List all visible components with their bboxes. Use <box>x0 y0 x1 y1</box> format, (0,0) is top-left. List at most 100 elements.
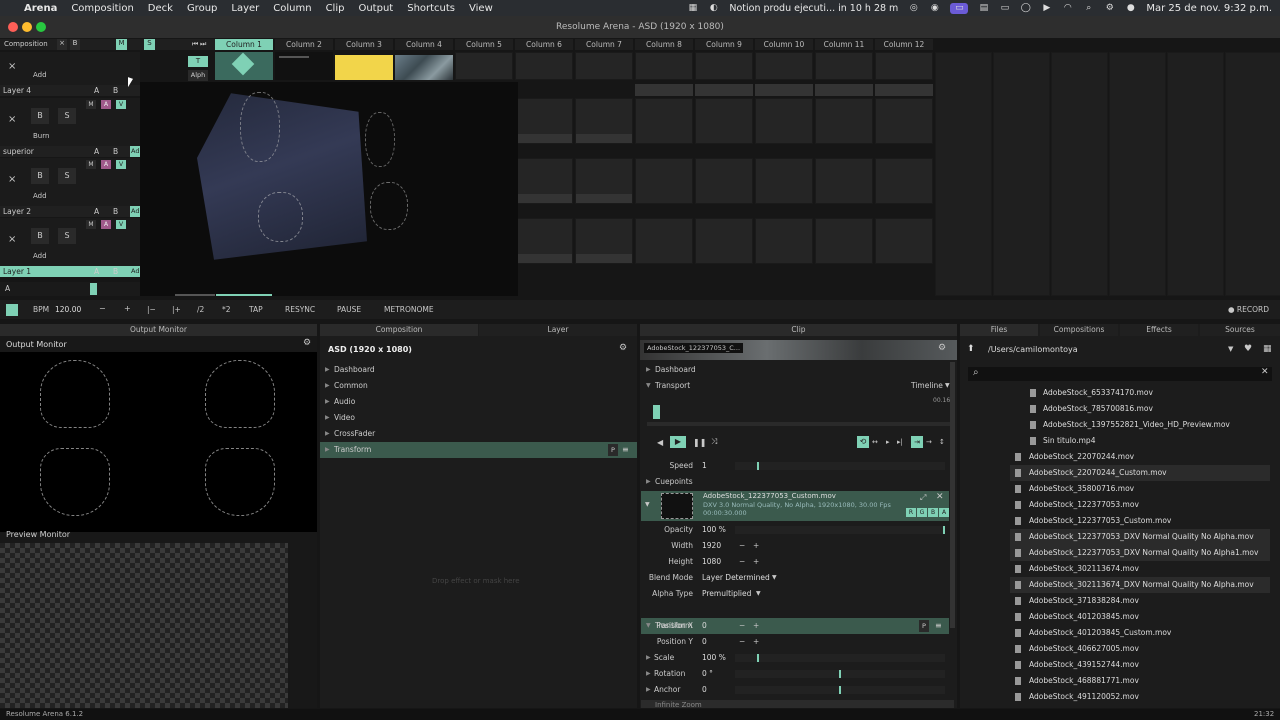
layer-clear-button[interactable]: × <box>8 234 16 245</box>
layer-clear-button[interactable]: × <box>8 114 16 125</box>
user-icon[interactable]: ◯ <box>1020 3 1031 14</box>
clip-prop-value[interactable]: 1920 <box>702 538 721 554</box>
section-audio[interactable]: ▶ Audio <box>320 394 637 410</box>
clip-slot[interactable] <box>695 158 753 204</box>
siri-icon[interactable]: ● <box>1125 3 1136 14</box>
crossfader-handle[interactable] <box>90 283 97 295</box>
layer-bypass-button[interactable]: B <box>31 168 49 184</box>
browser-search-input[interactable] <box>988 368 1248 380</box>
layer-master-toggle[interactable]: M <box>86 160 96 169</box>
clip-thumb-col3[interactable] <box>335 55 393 80</box>
layer-ad-tag[interactable]: Ad <box>130 206 141 217</box>
clip-transform-value[interactable]: 0 <box>702 682 707 698</box>
menu-output[interactable]: Output <box>358 3 393 14</box>
remove-source-icon[interactable]: ✕ <box>936 492 944 502</box>
file-item[interactable]: AdobeStock_371838284.mov <box>1010 593 1270 609</box>
column-header-8[interactable]: Column 8 <box>635 39 693 50</box>
comp-master-button[interactable]: M <box>116 39 127 50</box>
tab-effects[interactable]: Effects <box>1120 324 1198 336</box>
layer-blend-mode[interactable]: Add <box>33 252 47 260</box>
layer-b-button[interactable]: B <box>113 146 118 157</box>
file-item[interactable]: AdobeStock_653374170.mov <box>1010 385 1270 401</box>
clip-slot[interactable] <box>755 218 813 264</box>
bpm-double-button[interactable]: *2 <box>222 305 231 314</box>
trigger-icon[interactable]: → <box>926 438 932 446</box>
notion-notification[interactable]: Notion produ ejecuti... in 10 h 28 m <box>729 3 898 14</box>
direction-icon[interactable]: ↕ <box>939 438 945 446</box>
channel-b-toggle[interactable]: B <box>928 508 938 517</box>
clip-transform-slider[interactable] <box>735 670 945 678</box>
menu-layer[interactable]: Layer <box>231 3 259 14</box>
comp-bypass-button[interactable]: B <box>70 39 80 50</box>
expand-icon[interactable]: ▶ <box>646 650 651 666</box>
tab-clip[interactable]: Clip <box>640 324 957 336</box>
prev-column-icon[interactable]: ⏮ <box>192 40 198 49</box>
tab-sources[interactable]: Sources <box>1200 324 1280 336</box>
clip-slot[interactable] <box>635 158 693 204</box>
random-icon[interactable]: ⤨ <box>711 437 717 447</box>
pause-button[interactable]: PAUSE <box>337 305 361 314</box>
dropdown-icon[interactable]: ▼ <box>772 570 777 586</box>
airplay-icon[interactable]: ◎ <box>908 3 919 14</box>
section-transform[interactable]: ▶ Transform P ≡ <box>320 442 637 458</box>
layer-audio-toggle[interactable]: A <box>101 100 111 109</box>
alpha-toggle[interactable]: Alph <box>188 70 208 81</box>
clip-slot[interactable] <box>815 98 873 144</box>
composition-gear-icon[interactable]: ⚙ <box>619 343 627 353</box>
bounce-icon[interactable]: ↔ <box>872 438 878 446</box>
layer-b-button[interactable]: B <box>113 266 118 277</box>
expand-icon[interactable]: ▶ <box>646 666 651 682</box>
layer-clear-button[interactable]: × <box>8 174 16 185</box>
menu-icon[interactable]: ▤ <box>978 3 989 14</box>
browser-path[interactable]: /Users/camilomontoya <box>988 345 1078 354</box>
bpm-value[interactable]: 120.00 <box>55 305 81 314</box>
file-item[interactable]: AdobeStock_122377053_Custom.mov <box>1010 513 1270 529</box>
play-once-hold-icon[interactable]: ▸| <box>897 438 903 446</box>
speed-value[interactable]: 1 <box>702 458 707 474</box>
timeline-mode-dropdown[interactable]: Timeline <box>911 378 943 394</box>
layer-bypass-button[interactable]: B <box>31 228 49 244</box>
layer-a-button[interactable]: A <box>94 266 99 277</box>
layer-ad-tag[interactable]: Ad <box>130 266 141 277</box>
clip-transform-slider-handle[interactable] <box>757 654 759 662</box>
clip-dashboard[interactable]: ▶ Dashboard <box>641 362 954 378</box>
clip-name[interactable]: AdobeStock_122377053_C... <box>644 343 744 353</box>
clip-scrollbar[interactable] <box>950 362 955 628</box>
clip-slot[interactable] <box>695 52 753 80</box>
favorites-heart-icon[interactable]: ♥ <box>1244 344 1252 354</box>
close-window-button[interactable] <box>8 22 18 32</box>
clip-transform-value[interactable]: 0 <box>702 618 707 634</box>
file-item[interactable]: AdobeStock_35800716.mov <box>1010 481 1270 497</box>
collapse-icon[interactable]: ▼ <box>645 501 650 508</box>
timeline-dropdown-icon[interactable]: ▼ <box>945 378 950 394</box>
column-header-4[interactable]: Column 4 <box>395 39 453 50</box>
clip-transform-plus[interactable]: + <box>753 634 759 650</box>
file-item[interactable]: AdobeStock_122377053.mov <box>1010 497 1270 513</box>
clip-transform-minus[interactable]: − <box>739 618 745 634</box>
composition-label[interactable]: Composition <box>4 40 48 48</box>
tab-layer[interactable]: Layer <box>479 324 637 336</box>
section-common[interactable]: ▶ Common <box>320 378 637 394</box>
scroll-indicator-2[interactable] <box>216 294 272 296</box>
menu-clip[interactable]: Clip <box>326 3 345 14</box>
file-item[interactable]: AdobeStock_401203845.mov <box>1010 609 1270 625</box>
clip-slot[interactable] <box>875 218 933 264</box>
column-header-3[interactable]: Column 3 <box>335 39 393 50</box>
menu-view[interactable]: View <box>469 3 493 14</box>
file-item[interactable]: AdobeStock_406627005.mov <box>1010 641 1270 657</box>
zoom-window-button[interactable] <box>36 22 46 32</box>
clip-prop-plus[interactable]: + <box>753 554 759 570</box>
cuepoints-section[interactable]: ▶ Cuepoints <box>641 474 954 490</box>
play-backward-icon[interactable]: ◀ <box>657 438 663 447</box>
clip-slot[interactable] <box>695 218 753 264</box>
layer-video-toggle[interactable]: V <box>116 100 126 109</box>
layer-solo-button[interactable]: S <box>58 168 76 184</box>
column-header-9[interactable]: Column 9 <box>695 39 753 50</box>
path-dropdown-icon[interactable]: ▼ <box>1228 345 1233 353</box>
clip-slot[interactable] <box>755 158 813 204</box>
section-video[interactable]: ▶ Video <box>320 410 637 426</box>
layer-a-button[interactable]: A <box>94 146 99 157</box>
clip-slot[interactable] <box>635 52 693 80</box>
clip-transform-slider[interactable] <box>735 686 945 694</box>
clip-playhead[interactable] <box>653 405 660 419</box>
